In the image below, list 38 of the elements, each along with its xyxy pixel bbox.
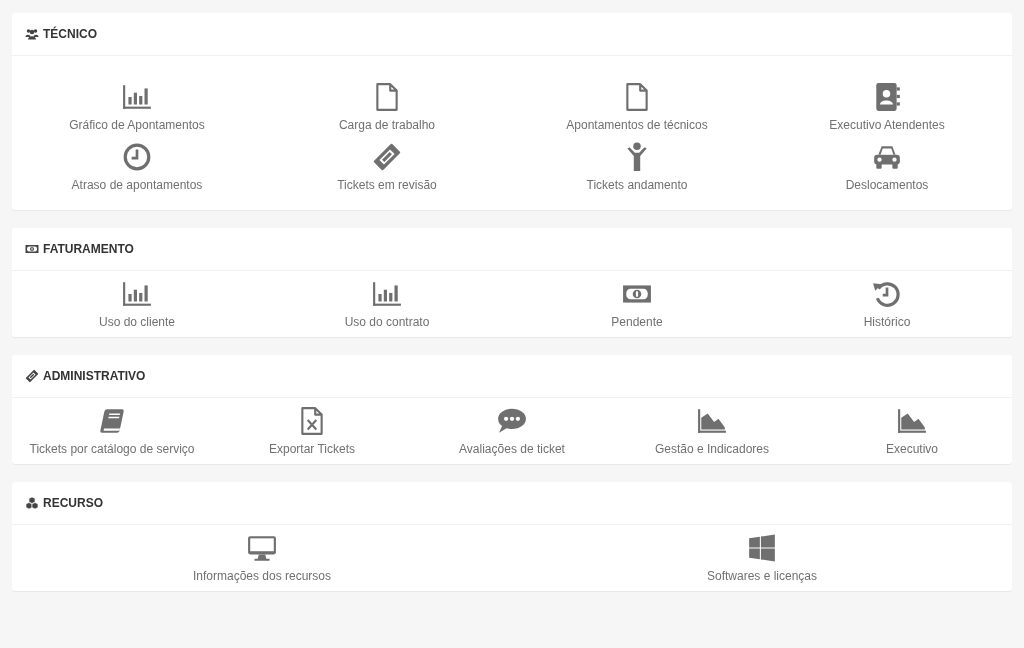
report-link[interactable]: Executivo Atendentes <box>829 118 945 132</box>
report-link[interactable]: Softwares e licenças <box>706 569 818 583</box>
banknote-icon <box>25 242 39 256</box>
history-icon <box>872 279 902 309</box>
cubes-icon <box>25 496 39 510</box>
bar-chart-icon <box>122 279 152 309</box>
section-title: FATURAMENTO <box>43 242 134 256</box>
report-link[interactable]: Exportar Tickets <box>269 442 355 456</box>
report-link[interactable]: Uso do contrato <box>344 315 430 329</box>
ticket-icon <box>25 369 39 383</box>
report-link[interactable]: Gráfico de Apontamentos <box>69 118 205 132</box>
report-link[interactable]: Pendente <box>611 315 663 329</box>
report-link[interactable]: Deslocamentos <box>845 178 929 192</box>
monitor-icon <box>247 533 277 563</box>
report-link[interactable]: Avaliações de ticket <box>459 442 565 456</box>
report-link[interactable]: Atraso de apontamentos <box>71 178 203 192</box>
clock-icon <box>122 142 152 172</box>
area-chart-icon <box>897 406 927 436</box>
report-link[interactable]: Histórico <box>863 315 911 329</box>
report-link[interactable]: Carga de trabalho <box>338 118 436 132</box>
report-link[interactable]: Tickets andamento <box>586 178 688 192</box>
area-chart-icon <box>697 406 727 436</box>
report-link[interactable]: Uso do cliente <box>98 315 175 329</box>
report-link[interactable]: Tickets por catálogo de serviço <box>29 442 195 456</box>
report-link[interactable]: Tickets em revisão <box>337 178 437 192</box>
book-icon <box>97 406 127 436</box>
section-title: RECURSO <box>43 496 103 510</box>
report-link[interactable]: Executivo <box>886 442 938 456</box>
windows-logo-icon <box>747 533 777 563</box>
report-link[interactable]: Apontamentos de técnicos <box>566 118 708 132</box>
section-title: TÉCNICO <box>43 27 97 41</box>
bar-chart-icon <box>372 279 402 309</box>
speech-bubble-icon <box>497 406 527 436</box>
report-link[interactable]: Informações dos recursos <box>192 569 332 583</box>
users-icon <box>25 27 39 41</box>
section-title: ADMINISTRATIVO <box>43 369 146 383</box>
bar-chart-icon <box>122 82 152 112</box>
report-link[interactable]: Gestão e Indicadores <box>654 442 770 456</box>
